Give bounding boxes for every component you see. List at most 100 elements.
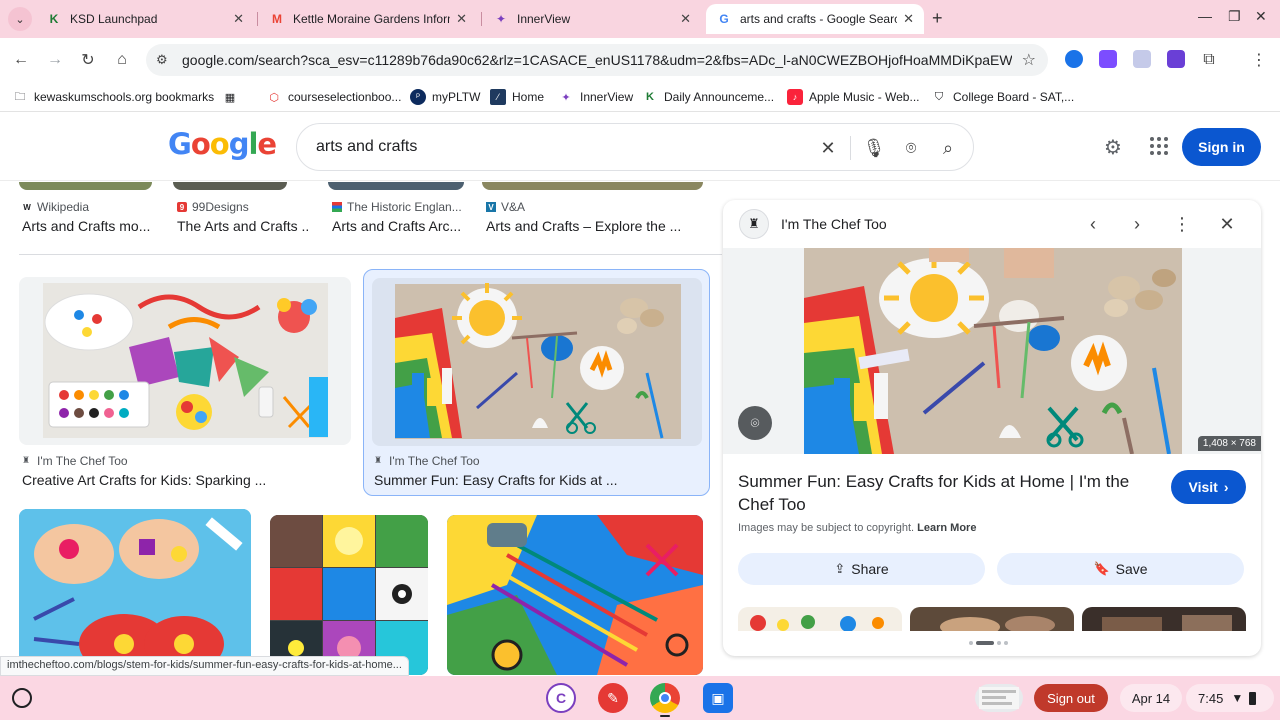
site-info-icon[interactable]: ⚙ [156, 52, 176, 68]
launcher-icon[interactable] [12, 688, 32, 708]
result-title[interactable]: Creative Art Crafts for Kids: Sparking .… [22, 472, 347, 488]
image-result-card-selected[interactable]: ♜ I'm The Chef Too Summer Fun: Easy Craft… [363, 269, 710, 496]
bookmark-apple-music[interactable]: ♪ Apple Music - Web... [787, 87, 919, 107]
clear-search-icon[interactable]: ✕ [816, 136, 840, 160]
result-thumbnail[interactable] [19, 277, 351, 445]
voice-search-icon[interactable]: 🎙 [862, 136, 886, 160]
extensions-puzzle-icon[interactable]: ⧉ [1197, 48, 1221, 72]
bookmark-star-icon[interactable]: ☆ [1022, 50, 1036, 70]
result-title[interactable]: Arts and Crafts mo... [22, 218, 150, 234]
result-caption[interactable]: V V&A Arts and Crafts – Explore the ... [486, 200, 696, 234]
result-title[interactable]: Summer Fun: Easy Crafts for Kids at ... [374, 472, 704, 488]
sign-in-button[interactable]: Sign in [1182, 128, 1261, 166]
result-thumbnail[interactable] [270, 515, 428, 675]
bookmark-home[interactable]: ⁄ Home [490, 87, 544, 107]
result-caption[interactable]: 9 99Designs The Arts and Crafts ... [177, 200, 317, 234]
result-thumbnail[interactable] [482, 182, 703, 190]
previous-image-icon[interactable]: ‹ [1081, 212, 1105, 236]
result-caption[interactable]: The Historic Englan... Arts and Crafts A… [332, 200, 472, 234]
close-window-icon[interactable]: ✕ [1255, 8, 1267, 25]
google-header: Google arts and crafts ✕ 🎙 ⌾ ⌕ ⚙ Sign in [0, 113, 1280, 181]
close-tab-icon[interactable]: ✕ [456, 11, 467, 27]
url-text[interactable]: google.com/search?sca_esv=c11289b76da90c… [182, 52, 1012, 68]
forward-icon[interactable]: → [43, 48, 67, 72]
address-bar[interactable]: ⚙ google.com/search?sca_esv=c11289b76da9… [146, 44, 1048, 76]
system-tray[interactable]: 7:45 ▼ [1186, 684, 1274, 712]
bookmark-mypltw[interactable]: P myPLTW [410, 87, 480, 107]
related-images-pager[interactable] [969, 641, 1008, 645]
bookmark-courseselection[interactable]: ⬡ courseselectionboo... [266, 87, 401, 107]
settings-gear-icon[interactable]: ⚙ [1104, 135, 1122, 160]
result-thumbnail[interactable] [328, 182, 464, 190]
bookmark-innerview[interactable]: ✦ InnerView [558, 87, 633, 107]
search-divider [850, 136, 851, 160]
extension-reader-icon[interactable] [1133, 50, 1151, 68]
search-icon[interactable]: ⌕ [936, 136, 960, 160]
classroom-app-icon[interactable]: ▣ [703, 683, 733, 713]
new-tab-button[interactable]: + [932, 8, 943, 29]
screen-capture-thumbnail[interactable] [975, 684, 1023, 712]
sign-out-button[interactable]: Sign out [1034, 684, 1108, 712]
chrome-menu-icon[interactable]: ⋮ [1247, 48, 1271, 72]
extension-app-icon[interactable] [1167, 50, 1185, 68]
reload-icon[interactable]: ↻ [76, 48, 100, 72]
image-dimensions: 1,408 × 768 [1197, 436, 1261, 451]
ksd-launchpad-icon: K [49, 12, 59, 26]
date-display[interactable]: Apr 14 [1120, 684, 1182, 712]
bookmark-daily-announcements[interactable]: K Daily Announceme... [642, 87, 774, 107]
google-logo[interactable]: Google [168, 127, 277, 161]
result-thumbnail[interactable] [372, 278, 702, 446]
result-title[interactable]: Arts and Crafts – Explore the ... [486, 218, 686, 234]
restore-icon[interactable]: ❐ [1228, 8, 1241, 25]
extension-purple-icon[interactable] [1099, 50, 1117, 68]
panel-site-name[interactable]: I'm The Chef Too [781, 216, 887, 232]
close-tab-icon[interactable]: ✕ [680, 11, 691, 27]
extension-shield-icon[interactable] [1065, 50, 1083, 68]
close-tab-icon[interactable]: ✕ [903, 11, 914, 27]
share-button[interactable]: ⇪ Share [738, 553, 985, 585]
lens-search-image-icon[interactable]: ⌾ [738, 406, 772, 440]
chrome-running-indicator [660, 715, 670, 717]
learn-more-link[interactable]: Learn More [917, 522, 976, 534]
canvas-app-icon[interactable]: C [546, 683, 576, 713]
minimize-icon[interactable]: — [1198, 8, 1212, 24]
tab-kettle-moraine[interactable]: M Kettle Moraine Gardens Inform ✕ [259, 4, 477, 34]
tab-ksd-launchpad[interactable]: K KSD Launchpad ✕ [36, 4, 254, 34]
related-image-thumbnail[interactable] [910, 607, 1074, 631]
visit-button[interactable]: Visit › [1171, 470, 1246, 504]
tab-google-search[interactable]: G arts and crafts - Google Search ✕ [706, 4, 924, 34]
result-thumbnail[interactable] [447, 515, 703, 675]
google-apps-icon[interactable] [1150, 137, 1168, 155]
apps-grid-bookmark[interactable]: ▦ [222, 87, 244, 107]
save-button[interactable]: 🔖 Save [997, 553, 1244, 585]
result-title[interactable]: Arts and Crafts Arc... [332, 218, 460, 234]
close-tab-icon[interactable]: ✕ [233, 11, 244, 27]
innerview-icon: ✦ [495, 12, 507, 26]
paint-app-icon[interactable]: ✎ [598, 683, 628, 713]
search-input[interactable]: arts and crafts [316, 138, 417, 156]
related-image-thumbnail[interactable] [738, 607, 902, 631]
panel-image-title[interactable]: Summer Fun: Easy Crafts for Kids at Home… [738, 470, 1148, 516]
result-caption[interactable]: W Wikipedia Arts and Crafts mo... [22, 200, 162, 234]
next-image-icon[interactable]: › [1125, 212, 1149, 236]
result-title[interactable]: The Arts and Crafts ... [177, 218, 309, 234]
close-panel-icon[interactable]: ✕ [1215, 212, 1239, 236]
bookmark-college-board[interactable]: ⛉ College Board - SAT,... [931, 87, 1074, 107]
image-result-card[interactable]: ♜ I'm The Chef Too Creative Art Crafts fo… [19, 277, 351, 495]
panel-preview-image [804, 248, 1182, 455]
more-options-icon[interactable]: ⋮ [1170, 212, 1194, 236]
home-icon[interactable]: ⌂ [110, 48, 134, 72]
related-image-thumbnail[interactable] [1082, 607, 1246, 631]
result-thumbnail[interactable] [173, 182, 287, 190]
search-box[interactable]: arts and crafts ✕ 🎙 ⌾ ⌕ [296, 123, 974, 171]
tab-search-button[interactable]: ⌄ [8, 7, 32, 31]
lens-search-icon[interactable]: ⌾ [899, 136, 923, 160]
innerview-icon: ✦ [561, 91, 571, 104]
back-icon[interactable]: ← [9, 48, 33, 72]
bookmark-kewaskum-folder[interactable]: 🗀 kewaskumschools.org bookmarks [12, 87, 215, 107]
panel-image-area[interactable] [723, 248, 1261, 455]
result-thumbnail[interactable] [19, 509, 251, 676]
result-thumbnail[interactable] [19, 182, 152, 190]
chrome-app-icon[interactable] [650, 683, 680, 713]
tab-innerview[interactable]: ✦ InnerView ✕ [483, 4, 701, 34]
